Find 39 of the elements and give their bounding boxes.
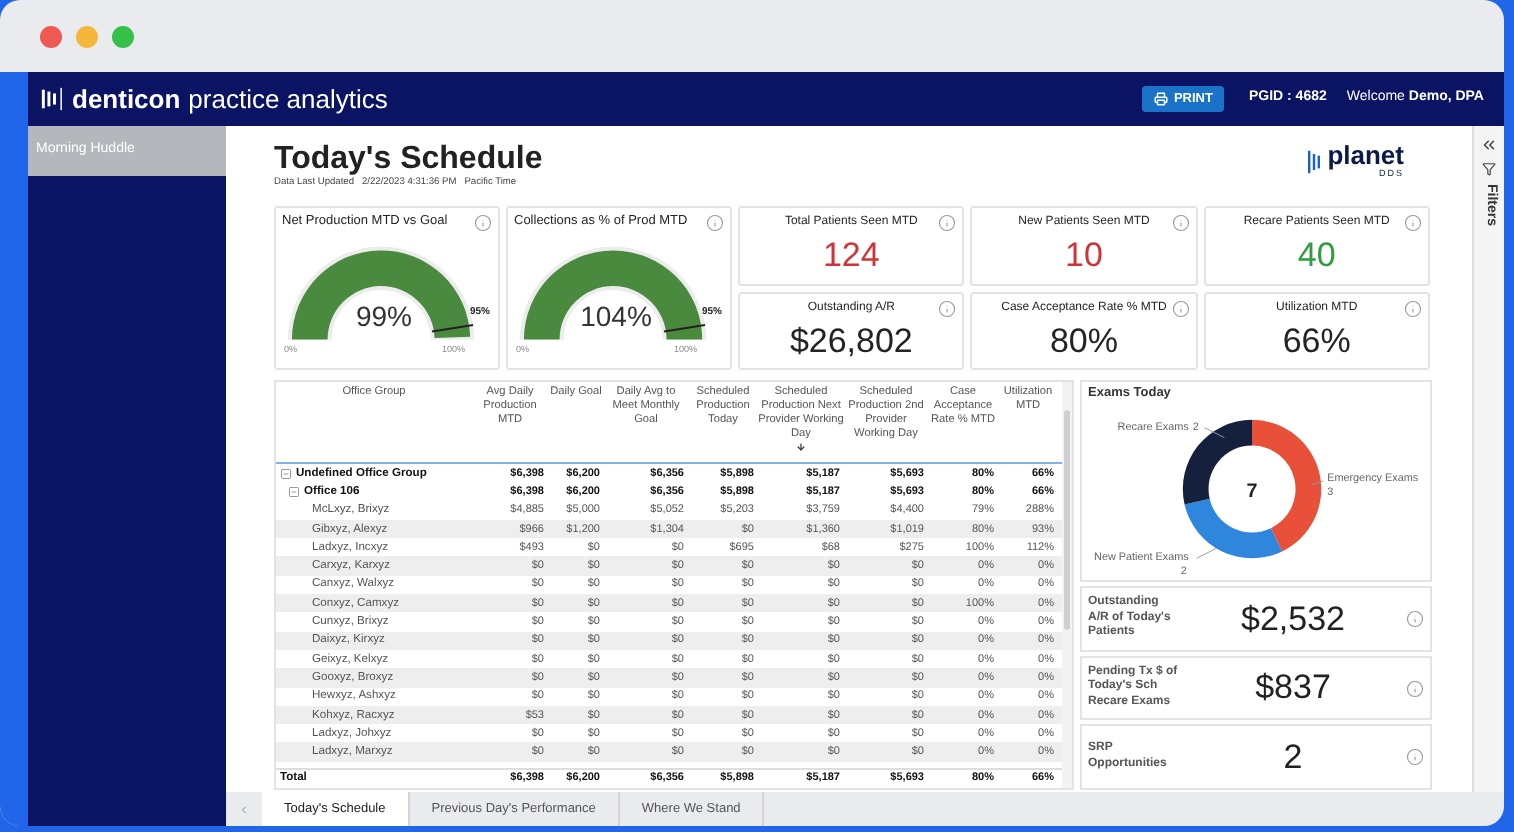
product-name: practice analytics: [188, 83, 388, 115]
info-icon[interactable]: [706, 214, 724, 232]
leader-line: [1204, 427, 1225, 439]
page-title: Today's Schedule: [274, 140, 543, 177]
leader-line: [1310, 480, 1324, 486]
kpi-value: 40: [1297, 234, 1336, 278]
info-icon[interactable]: [938, 214, 957, 232]
target-marker: [662, 324, 707, 333]
info-icon[interactable]: [474, 214, 492, 232]
funnel-icon: [1482, 162, 1496, 176]
collapse-icon[interactable]: [1480, 136, 1498, 154]
metric-value: $2,532: [1239, 597, 1347, 642]
metric-value: 2: [1281, 735, 1305, 780]
donut-total: 7: [1246, 480, 1258, 503]
kpi-value: 124: [822, 234, 880, 278]
kpi-value: $26,802: [789, 319, 913, 363]
scroll-left-icon[interactable]: [238, 803, 250, 815]
kpi-value: 10: [1065, 234, 1103, 278]
leader-line: [1196, 547, 1217, 559]
info-icon[interactable]: [1171, 299, 1190, 317]
info-icon[interactable]: [938, 299, 957, 317]
planet-logo-icon: [1307, 147, 1324, 175]
info-icon[interactable]: [1406, 609, 1424, 628]
gauge-value: 104%: [578, 300, 654, 332]
info-icon[interactable]: [1404, 214, 1422, 232]
info-icon[interactable]: [1404, 299, 1422, 317]
metric-value: $837: [1253, 666, 1333, 711]
printer-icon: [1153, 92, 1168, 106]
gauge-value: 99%: [353, 300, 415, 332]
scrollbar[interactable]: [1062, 382, 1072, 788]
kpi-value: 80%: [1049, 319, 1118, 363]
brand-name: denticon: [72, 83, 181, 115]
target-marker: [430, 324, 475, 333]
logo-wordmark: planet: [1327, 144, 1404, 168]
info-icon[interactable]: [1406, 748, 1424, 767]
info-icon[interactable]: [1171, 214, 1190, 232]
info-icon[interactable]: [1406, 679, 1424, 697]
logo-icon: [40, 86, 66, 112]
kpi-value: 66%: [1282, 319, 1351, 363]
